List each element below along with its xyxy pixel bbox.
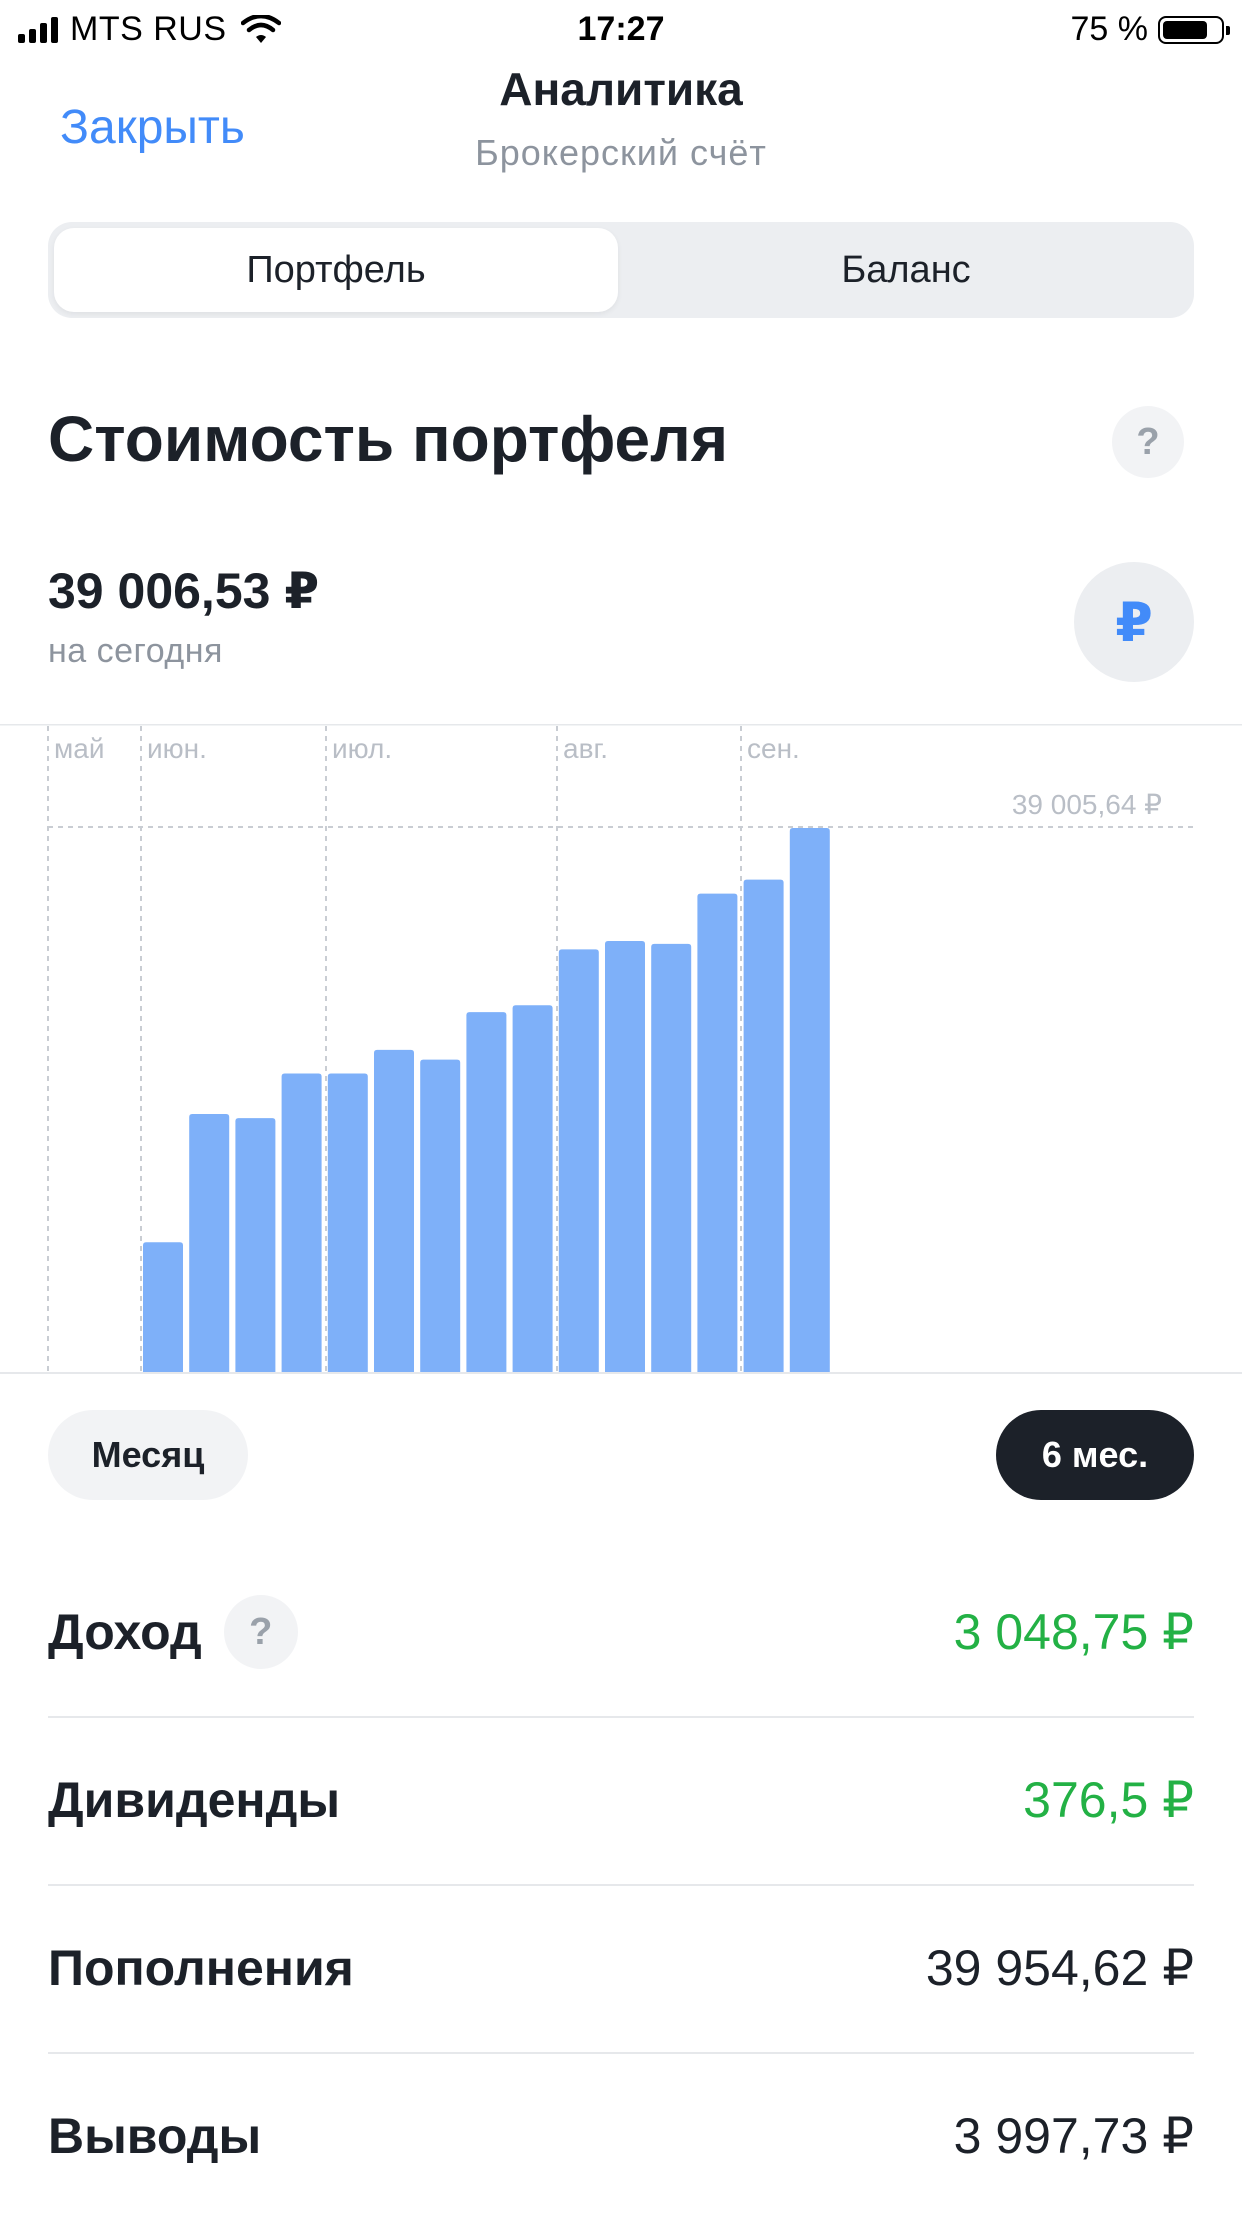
help-icon[interactable]: ? [1112, 406, 1184, 478]
chart-bar [466, 1012, 507, 1372]
period-month-button[interactable]: Месяц [48, 1410, 248, 1500]
period-6-months-button[interactable]: 6 мес. [996, 1410, 1194, 1500]
chart-bar [743, 879, 784, 1372]
chart-bar [281, 1073, 322, 1372]
chart-bar [189, 1113, 230, 1372]
chart-bar [420, 1059, 461, 1372]
withdrawals-label: Выводы [48, 2108, 262, 2164]
portfolio-chart: май июн. июл. авг. сен. 39 005,64 ₽ [0, 724, 1242, 1374]
deposits-value: 39 954,62 ₽ [925, 1940, 1194, 1996]
portfolio-value-caption: на сегодня [48, 632, 223, 670]
page-subtitle: Брокерский счёт [475, 132, 767, 173]
month-label: май [54, 733, 104, 764]
withdrawals-value: 3 997,73 ₽ [953, 2108, 1194, 2164]
chart-bar [789, 828, 830, 1372]
chart-bar [327, 1073, 368, 1372]
max-value-label: 39 005,64 ₽ [1012, 789, 1162, 820]
chart-bar [512, 1005, 553, 1372]
stat-row-deposits: Пополнения 39 954,62 ₽ [48, 1884, 1194, 2054]
income-help-icon[interactable]: ? [223, 1595, 298, 1669]
chart-bar [558, 949, 599, 1372]
month-label: июл. [332, 733, 392, 764]
currency-button[interactable]: ₽ [1074, 562, 1194, 682]
stat-row-withdrawals: Выводы 3 997,73 ₽ [48, 2052, 1194, 2220]
tab-portfolio[interactable]: Портфель [54, 228, 618, 312]
status-bar-right: 75 % [1070, 10, 1230, 49]
chart-bar [651, 943, 692, 1372]
battery-icon [1158, 15, 1230, 44]
status-time: 17:27 [577, 10, 665, 48]
dividends-value: 376,5 ₽ [1023, 1772, 1194, 1828]
month-label: авг. [563, 733, 608, 764]
battery-percent: 75 % [1070, 10, 1149, 48]
month-label: июн. [147, 733, 207, 764]
dividends-label: Дивиденды [48, 1772, 341, 1828]
portfolio-value: 39 006,53 ₽ [48, 563, 320, 619]
section-title: Стоимость портфеля [48, 403, 729, 475]
tab-balance[interactable]: Баланс [624, 228, 1188, 312]
income-value: 3 048,75 ₽ [953, 1604, 1194, 1660]
segmented-control: Портфель Баланс [48, 222, 1194, 318]
chart-bar [697, 893, 738, 1372]
chart-bar [374, 1049, 414, 1372]
chart-bar [605, 941, 645, 1372]
page-title: Аналитика [499, 63, 743, 115]
stat-row-income: Доход ? 3 048,75 ₽ [48, 1548, 1194, 1718]
chart-bar [235, 1118, 276, 1372]
chart-bar [143, 1242, 183, 1372]
month-label: сен. [747, 733, 800, 764]
deposits-label: Пополнения [48, 1940, 354, 1996]
stat-row-dividends: Дивиденды 376,5 ₽ [48, 1716, 1194, 1886]
income-label: Доход [48, 1604, 202, 1660]
